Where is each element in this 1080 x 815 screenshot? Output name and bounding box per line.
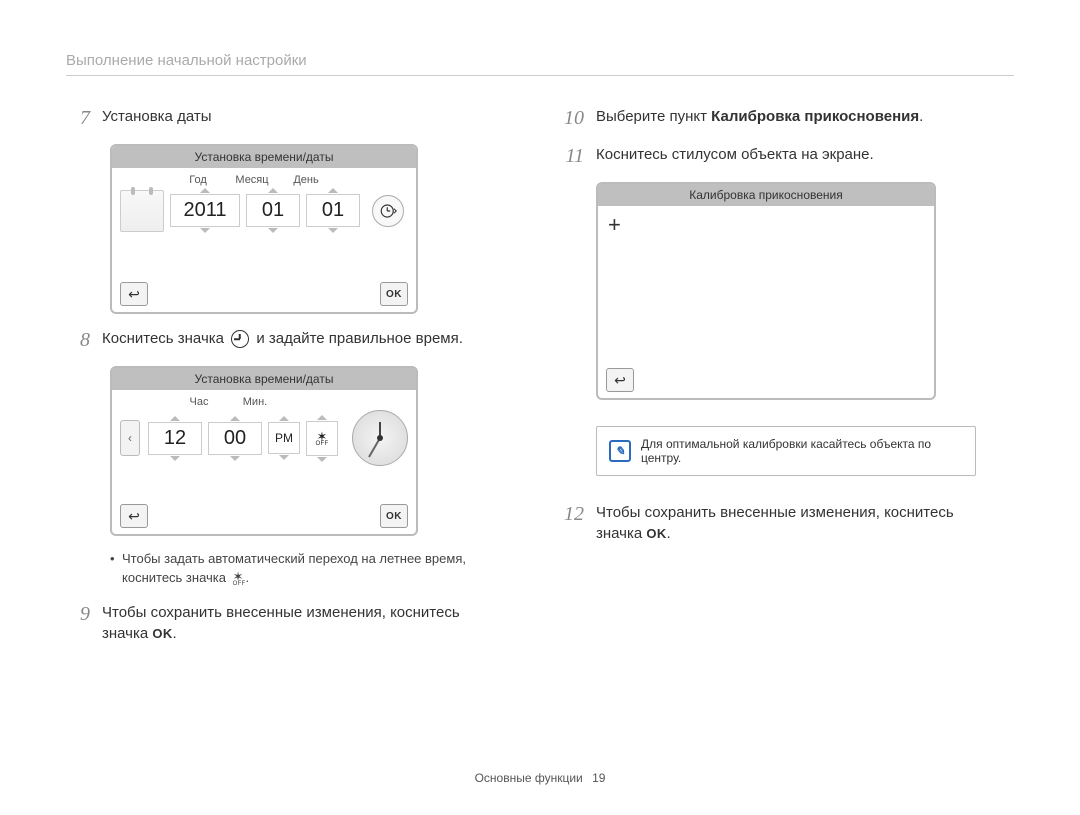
calibration-tip: ✎ Для оптимальной калибровки касайтесь о… <box>596 426 976 476</box>
dst-spinner[interactable] <box>306 415 338 462</box>
dst-off-icon <box>316 430 329 447</box>
month-spinner[interactable]: 01 <box>246 188 300 233</box>
ok-button[interactable]: OK <box>380 504 408 528</box>
step-text: Чтобы сохранить внесенные изменения, кос… <box>596 502 954 544</box>
calibration-panel: Калибровка прикосновения + <box>596 182 936 400</box>
step-number: 8 <box>66 328 90 352</box>
label-hour: Час <box>182 396 216 408</box>
label-min: Мин. <box>238 396 272 408</box>
page-header: Выполнение начальной настройки <box>66 52 1014 76</box>
step-number: 7 <box>66 106 90 130</box>
ok-button[interactable]: OK <box>380 282 408 306</box>
year-spinner[interactable]: 2011 <box>170 188 240 233</box>
ok-text-icon: OK <box>646 525 666 543</box>
year-value: 2011 <box>170 194 240 227</box>
panel-title: Установка времени/даты <box>112 146 416 168</box>
step-number: 12 <box>560 502 584 526</box>
step-text: Чтобы сохранить внесенные изменения, кос… <box>102 602 460 644</box>
step-10: 10 Выберите пункт Калибровка прикосновен… <box>560 106 1014 130</box>
step-12: 12 Чтобы сохранить внесенные изменения, … <box>560 502 1014 544</box>
clock-arrow-icon <box>379 202 397 220</box>
step-8: 8 Коснитесь значка и задайте правильное … <box>66 328 520 352</box>
step-number: 9 <box>66 602 90 626</box>
day-spinner[interactable]: 01 <box>306 188 360 233</box>
step-number: 11 <box>560 144 584 168</box>
back-button[interactable] <box>120 282 148 306</box>
time-setting-panel: Установка времени/даты Час Мин. ‹ 12 <box>110 366 418 536</box>
prev-page-button[interactable]: ‹ <box>120 420 140 456</box>
step-text: Выберите пункт Калибровка прикосновения. <box>596 106 923 127</box>
switch-to-time-button[interactable] <box>372 195 404 227</box>
calendar-icon <box>120 190 164 232</box>
panel-title: Калибровка прикосновения <box>598 184 934 206</box>
step-11: 11 Коснитесь стилусом объекта на экране. <box>560 144 1014 168</box>
panel-title: Установка времени/даты <box>112 368 416 390</box>
step-text: Установка даты <box>102 106 211 127</box>
ok-text-icon: OK <box>152 625 172 643</box>
hour-spinner[interactable]: 12 <box>148 416 202 461</box>
page-footer: Основные функции 19 <box>0 771 1080 785</box>
label-day: День <box>286 174 326 186</box>
dst-note: • Чтобы задать автоматический переход на… <box>110 550 520 588</box>
minute-value: 00 <box>208 422 262 455</box>
minute-spinner[interactable]: 00 <box>208 416 262 461</box>
step-text: Коснитесь значка и задайте правильное вр… <box>102 328 463 349</box>
dst-off-icon <box>233 570 246 587</box>
right-column: 10 Выберите пункт Калибровка прикосновен… <box>560 106 1014 658</box>
back-button[interactable] <box>606 368 634 392</box>
label-year: Год <box>178 174 218 186</box>
step-number: 10 <box>560 106 584 130</box>
ampm-spinner[interactable]: PM <box>268 416 300 460</box>
day-value: 01 <box>306 194 360 227</box>
clock-icon <box>231 330 249 348</box>
ampm-value: PM <box>268 422 300 454</box>
back-button[interactable] <box>120 504 148 528</box>
label-month: Месяц <box>232 174 272 186</box>
calibration-target-icon[interactable]: + <box>608 212 621 238</box>
month-value: 01 <box>246 194 300 227</box>
page-number: 19 <box>592 771 605 785</box>
left-column: 7 Установка даты Установка времени/даты … <box>66 106 520 658</box>
step-text: Коснитесь стилусом объекта на экране. <box>596 144 874 165</box>
info-icon: ✎ <box>609 440 631 462</box>
analog-clock-icon <box>352 410 408 466</box>
date-setting-panel: Установка времени/даты Год Месяц День 20… <box>110 144 418 314</box>
hour-value: 12 <box>148 422 202 455</box>
footer-section: Основные функции <box>475 771 583 785</box>
step-9: 9 Чтобы сохранить внесенные изменения, к… <box>66 602 520 644</box>
note-text: Для оптимальной калибровки касайтесь объ… <box>641 437 963 465</box>
step-7: 7 Установка даты <box>66 106 520 130</box>
